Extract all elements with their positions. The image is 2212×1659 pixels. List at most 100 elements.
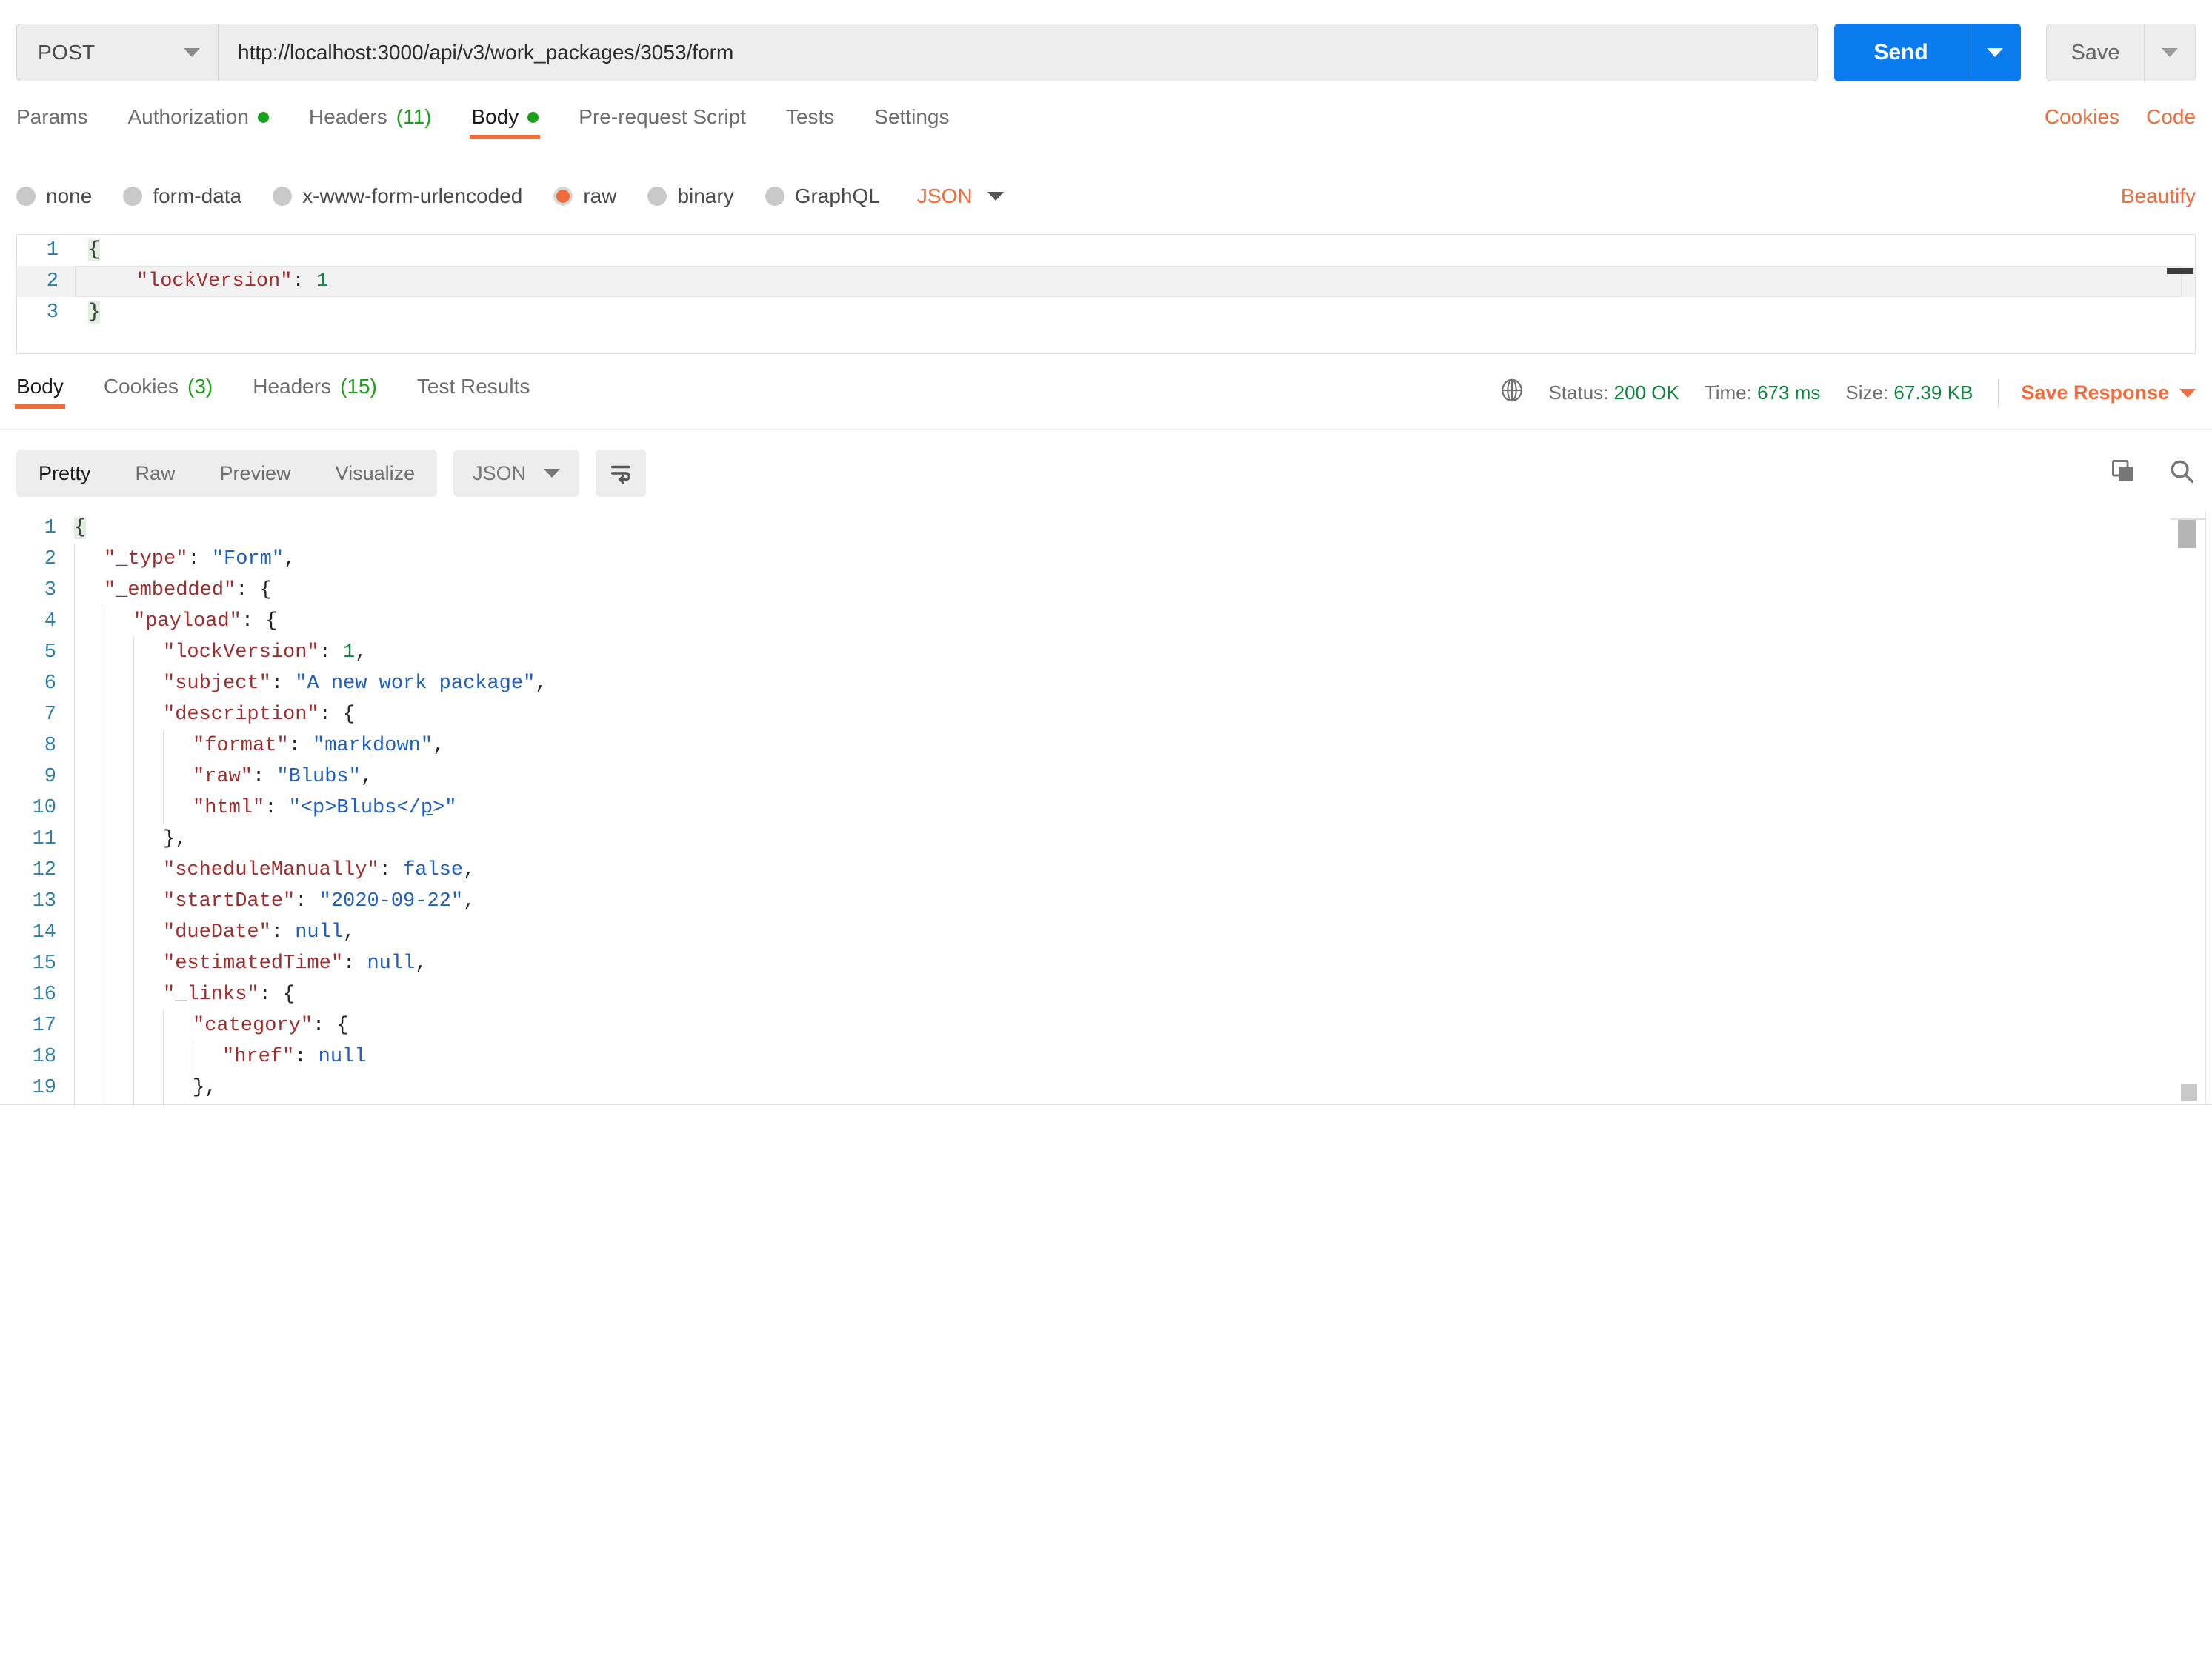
line-number: 1 — [44, 517, 56, 539]
indent-guide — [133, 699, 163, 730]
line-number: 13 — [32, 890, 56, 912]
line-number: 9 — [44, 766, 56, 788]
indent-guide — [74, 1010, 104, 1041]
raw-format-select[interactable]: JSON — [917, 184, 1004, 208]
response-tab-body[interactable]: Body — [15, 375, 65, 409]
request-tab-authorization[interactable]: Authorization — [127, 105, 269, 139]
beautify-button[interactable]: Beautify — [2121, 184, 2196, 208]
indent-guide — [133, 1010, 163, 1041]
body-type-graphql[interactable]: GraphQL — [764, 184, 880, 208]
view-mode-raw[interactable]: Raw — [113, 450, 198, 497]
tab-count-badge: (3) — [187, 375, 213, 398]
indent-guide — [74, 544, 104, 575]
url-input[interactable]: http://localhost:3000/api/v3/work_packag… — [218, 24, 1818, 81]
code-text: "subject": "A new work package", — [163, 672, 547, 695]
time-value: 673 ms — [1757, 381, 1821, 404]
response-tab-test-results[interactable]: Test Results — [417, 375, 530, 409]
save-response-button[interactable]: Save Response — [2021, 381, 2196, 404]
size-value: 67.39 KB — [1893, 381, 1973, 404]
request-tab-tests[interactable]: Tests — [786, 105, 834, 139]
indent-guide — [133, 668, 163, 699]
code-text: "dueDate": null, — [163, 921, 356, 944]
editor-scroll-marker[interactable] — [2167, 268, 2193, 274]
http-method-select[interactable]: POST — [16, 24, 218, 81]
tab-label: Headers — [253, 375, 332, 398]
response-format-select[interactable]: JSON — [453, 450, 580, 497]
request-tab-settings[interactable]: Settings — [874, 105, 949, 139]
copy-icon[interactable] — [2110, 458, 2136, 490]
body-type-row: none form-data x-www-form-urlencoded raw bin… — [0, 175, 2212, 218]
response-code-line: 7 "description": { — [16, 699, 2212, 730]
response-scrollbar-thumb[interactable] — [2178, 520, 2196, 548]
body-type-none[interactable]: none — [16, 184, 92, 208]
response-code-line: 1{ — [16, 513, 2212, 544]
indent-guide — [133, 1072, 163, 1104]
indent-guide — [74, 699, 104, 730]
view-mode-visualize[interactable]: Visualize — [313, 450, 438, 497]
has-content-dot-icon — [527, 111, 539, 123]
line-number: 12 — [32, 859, 56, 881]
tab-label: Params — [16, 105, 88, 128]
code-text: "payload": { — [133, 610, 278, 632]
indent-guide — [163, 1010, 193, 1041]
indent-guide — [74, 575, 104, 606]
indent-guide — [133, 637, 163, 668]
response-header: Body Cookies (3) Headers (15) Test Results St… — [0, 375, 2212, 430]
code-text: }, — [163, 828, 187, 850]
tab-label: Body — [16, 375, 64, 398]
indent-guide — [104, 1010, 133, 1041]
globe-icon — [1499, 378, 1525, 408]
code-text: "_embedded": { — [104, 579, 272, 601]
response-body-viewer[interactable]: 1{2 "_type": "Form", 3 "_embedded": {4 "payl… — [0, 513, 2212, 1105]
response-format-label: JSON — [473, 461, 527, 484]
view-mode-preview[interactable]: Preview — [198, 450, 313, 497]
request-tab-params[interactable]: Params — [16, 105, 87, 139]
http-method-label: POST — [38, 41, 96, 64]
radio-icon — [123, 187, 143, 206]
wrap-lines-button[interactable] — [596, 450, 647, 497]
indent-guide — [133, 948, 163, 979]
line-number: 15 — [32, 952, 56, 975]
send-options-button[interactable] — [1968, 24, 2021, 81]
code-link[interactable]: Code — [2146, 105, 2196, 129]
response-code-line: 17 "category": { — [16, 1010, 2212, 1041]
indent-guide — [133, 1041, 163, 1072]
chevron-down-icon — [184, 48, 200, 57]
tab-count-badge: (11) — [396, 105, 432, 128]
body-type-raw[interactable]: raw — [553, 184, 616, 208]
request-tab-pre-request-script[interactable]: Pre-request Script — [579, 105, 746, 139]
search-icon[interactable] — [2168, 457, 2196, 490]
response-tab-headers[interactable]: Headers (15) — [253, 375, 377, 409]
send-button[interactable]: Send — [1834, 24, 1968, 81]
indent-guide — [74, 824, 104, 855]
code-text: "lockVersion": 1 — [136, 270, 329, 293]
line-number: 17 — [32, 1015, 56, 1037]
save-button[interactable]: Save — [2046, 24, 2144, 81]
response-resize-handle[interactable] — [2181, 1084, 2197, 1101]
response-tab-cookies[interactable]: Cookies (3) — [104, 375, 213, 409]
body-type-binary[interactable]: binary — [647, 184, 734, 208]
request-tab-headers[interactable]: Headers (11) — [309, 105, 432, 139]
line-number: 19 — [32, 1077, 56, 1099]
body-type-label: binary — [677, 184, 734, 207]
request-body-editor[interactable]: 1{2 "lockVersion": 1 3} — [16, 234, 2196, 354]
indent-guide — [104, 637, 133, 668]
inline-link[interactable]: p — [421, 797, 433, 819]
indent-guide — [133, 855, 163, 886]
request-tab-body[interactable]: Body — [470, 105, 541, 139]
response-code-line: 2 "_type": "Form", — [16, 544, 2212, 575]
radio-icon — [647, 187, 667, 206]
body-type-x-www-form-urlencoded[interactable]: x-www-form-urlencoded — [273, 184, 522, 208]
indent-guide — [104, 1041, 133, 1072]
time-label: Time: 673 ms — [1705, 381, 1821, 404]
response-code-line: 18 "href": null — [16, 1041, 2212, 1072]
response-code-line: 3 "_embedded": { — [16, 575, 2212, 606]
response-code-line: 8 "format": "markdown", — [16, 730, 2212, 761]
cookies-link[interactable]: Cookies — [2045, 105, 2119, 129]
save-options-button[interactable] — [2144, 24, 2196, 81]
body-type-form-data[interactable]: form-data — [123, 184, 241, 208]
view-mode-pretty[interactable]: Pretty — [16, 450, 113, 497]
line-number: 5 — [44, 641, 56, 664]
indent-guide — [74, 792, 104, 824]
code-text: "html": "<p>Blubs</p>" — [193, 797, 457, 819]
